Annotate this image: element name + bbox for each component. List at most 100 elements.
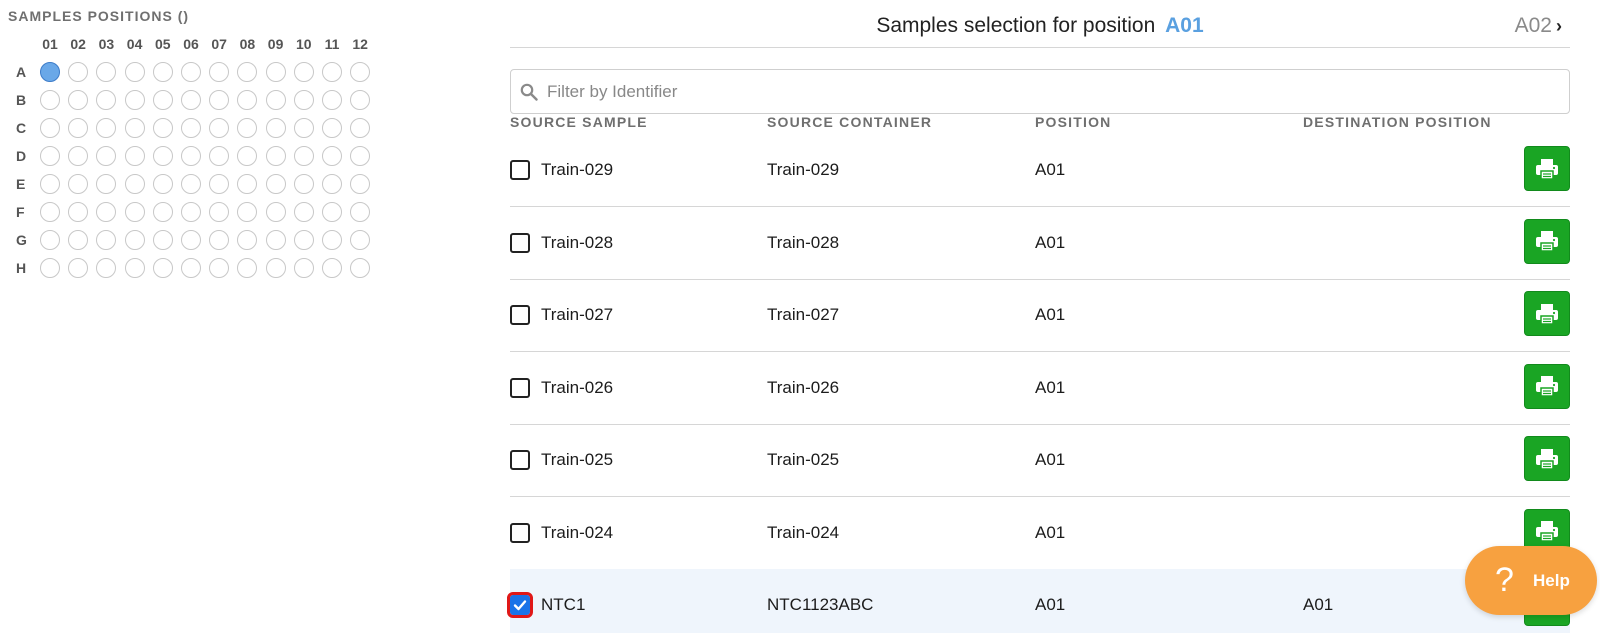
- plate-well[interactable]: [96, 118, 117, 138]
- plate-well[interactable]: [40, 230, 60, 250]
- plate-well[interactable]: [124, 174, 145, 194]
- plate-well[interactable]: [209, 90, 230, 110]
- table-row[interactable]: Train-029 Train-029 A01: [510, 134, 1570, 207]
- plate-well[interactable]: [181, 202, 201, 222]
- print-button[interactable]: [1524, 291, 1570, 336]
- plate-well[interactable]: [293, 230, 314, 250]
- plate-well[interactable]: [322, 118, 342, 138]
- table-row[interactable]: Train-028 Train-028 A01: [510, 207, 1570, 280]
- plate-well[interactable]: [124, 146, 145, 166]
- plate-well[interactable]: [181, 62, 201, 82]
- next-position-button[interactable]: A02 ›: [1515, 14, 1562, 38]
- plate-well[interactable]: [152, 146, 173, 166]
- plate-well[interactable]: [124, 118, 145, 138]
- print-button[interactable]: [1524, 363, 1570, 409]
- plate-well[interactable]: [209, 174, 230, 194]
- plate-well[interactable]: [322, 230, 342, 250]
- plate-well[interactable]: [322, 174, 342, 194]
- plate-well[interactable]: [350, 146, 371, 166]
- row-checkbox[interactable]: [510, 160, 530, 180]
- plate-well[interactable]: [265, 174, 286, 194]
- plate-well[interactable]: [152, 118, 173, 138]
- plate-well[interactable]: [40, 118, 60, 138]
- plate-well[interactable]: [124, 62, 145, 82]
- plate-well[interactable]: [293, 174, 314, 194]
- plate-well[interactable]: [322, 62, 342, 82]
- plate-well[interactable]: [293, 118, 314, 138]
- plate-well[interactable]: [181, 174, 201, 194]
- plate-well[interactable]: [96, 90, 117, 110]
- help-button[interactable]: ? Help: [1465, 546, 1597, 615]
- table-row[interactable]: NTC1 NTC1123ABC A01 A01: [507, 569, 1570, 633]
- plate-well[interactable]: [209, 258, 230, 278]
- row-checkbox[interactable]: [510, 232, 530, 253]
- plate-well[interactable]: [124, 258, 145, 278]
- plate-well[interactable]: [265, 62, 286, 82]
- plate-well[interactable]: [237, 118, 258, 138]
- row-checkbox[interactable]: [510, 522, 530, 543]
- plate-well[interactable]: [322, 146, 342, 166]
- plate-well[interactable]: [265, 118, 286, 138]
- plate-well[interactable]: [124, 90, 145, 110]
- plate-well[interactable]: [124, 202, 145, 222]
- plate-well[interactable]: [237, 174, 258, 194]
- plate-well[interactable]: [68, 62, 89, 82]
- plate-well[interactable]: [209, 62, 230, 82]
- plate-well[interactable]: [350, 258, 371, 278]
- plate-well[interactable]: [68, 146, 89, 166]
- plate-well[interactable]: [96, 230, 117, 250]
- plate-well[interactable]: [40, 202, 60, 222]
- plate-well[interactable]: [152, 62, 173, 82]
- plate-well[interactable]: [209, 202, 230, 222]
- plate-well[interactable]: [68, 90, 89, 110]
- plate-well[interactable]: [209, 230, 230, 250]
- plate-well[interactable]: [350, 62, 371, 82]
- plate-well[interactable]: [322, 258, 342, 278]
- plate-well[interactable]: [237, 146, 258, 166]
- plate-well[interactable]: [350, 230, 371, 250]
- plate-well[interactable]: [181, 146, 201, 166]
- plate-well[interactable]: [96, 202, 117, 222]
- plate-well[interactable]: [293, 258, 314, 278]
- plate-well[interactable]: [152, 230, 173, 250]
- table-row[interactable]: Train-026 Train-026 A01: [510, 352, 1570, 425]
- filter-input[interactable]: [547, 76, 1547, 108]
- plate-well[interactable]: [265, 146, 286, 166]
- print-button[interactable]: [1524, 218, 1570, 264]
- plate-well[interactable]: [293, 146, 314, 166]
- plate-well[interactable]: [237, 230, 258, 250]
- plate-well[interactable]: [265, 202, 286, 222]
- plate-well[interactable]: [96, 258, 117, 278]
- plate-well[interactable]: [265, 258, 286, 278]
- plate-well[interactable]: [68, 230, 89, 250]
- plate-well[interactable]: [96, 62, 117, 82]
- plate-well[interactable]: [237, 62, 258, 82]
- plate-well[interactable]: [293, 202, 314, 222]
- table-row[interactable]: Train-025 Train-025 A01: [510, 424, 1570, 497]
- plate-well[interactable]: [96, 146, 117, 166]
- plate-well[interactable]: [181, 118, 201, 138]
- plate-well[interactable]: [68, 174, 89, 194]
- plate-well[interactable]: [152, 202, 173, 222]
- plate-well[interactable]: [181, 230, 201, 250]
- plate-well[interactable]: [322, 202, 342, 222]
- plate-well[interactable]: [209, 118, 230, 138]
- plate-well[interactable]: [68, 202, 89, 222]
- plate-well[interactable]: [40, 90, 60, 110]
- table-row[interactable]: Train-027 Train-027 A01: [510, 279, 1570, 352]
- plate-well[interactable]: [40, 62, 60, 82]
- row-checkbox[interactable]: [510, 305, 530, 325]
- plate-well[interactable]: [40, 146, 60, 166]
- plate-well[interactable]: [152, 174, 173, 194]
- plate-well[interactable]: [265, 230, 286, 250]
- plate-well[interactable]: [181, 258, 201, 278]
- plate-well[interactable]: [152, 258, 173, 278]
- plate-well[interactable]: [124, 230, 145, 250]
- plate-well[interactable]: [237, 90, 258, 110]
- print-button[interactable]: [1524, 436, 1570, 481]
- row-checkbox[interactable]: [507, 592, 533, 618]
- plate-well[interactable]: [293, 90, 314, 110]
- print-button[interactable]: [1524, 146, 1570, 191]
- plate-well[interactable]: [181, 90, 201, 110]
- plate-well[interactable]: [96, 174, 117, 194]
